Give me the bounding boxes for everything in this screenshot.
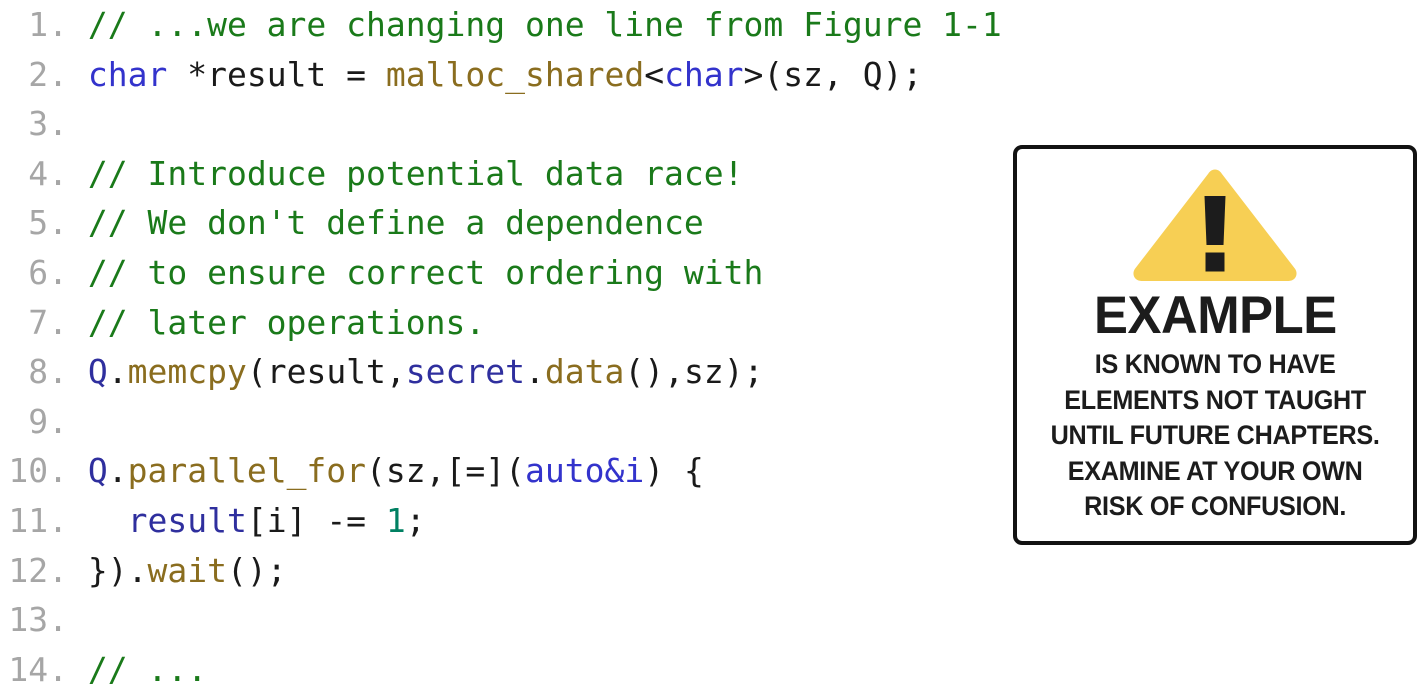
- gutter-gap: [68, 650, 88, 689]
- code-token-func: data: [544, 352, 625, 392]
- gutter-gap: [68, 600, 88, 639]
- code-token-comment: // later operations.: [87, 302, 486, 342]
- code-token-plain: .: [525, 352, 545, 392]
- gutter-gap: [68, 5, 88, 44]
- code-token-plain: (result,: [246, 352, 406, 392]
- example-card-body: IS KNOWN TO HAVE ELEMENTS NOT TAUGHT UNTIL…: [1051, 347, 1380, 525]
- code-line-text: // ...: [88, 650, 207, 689]
- gutter-gap: [68, 402, 88, 441]
- gutter-gap: [68, 55, 88, 94]
- line-number: 8.: [28, 352, 68, 392]
- gutter-gap: [68, 253, 88, 292]
- line-number: 4.: [28, 153, 68, 193]
- code-line: 5. // We don't define a dependence: [0, 198, 1010, 248]
- code-token-key: auto&i: [525, 451, 645, 491]
- code-line: 8. Q.memcpy(result,secret.data(),sz);: [0, 347, 1010, 397]
- code-token-obj: secret: [405, 352, 526, 392]
- code-token-comment: // We don't define a dependence: [87, 203, 704, 243]
- line-number: 6.: [28, 252, 68, 292]
- code-listing: 1. // ...we are changing one line from F…: [0, 0, 1010, 694]
- code-token-plain: *result =: [167, 54, 386, 94]
- code-line-text: }).wait();: [88, 551, 287, 590]
- gutter-gap: [68, 154, 88, 193]
- code-line: 11. result[i] -= 1;: [0, 496, 1010, 546]
- code-token-plain: >(sz, Q);: [743, 54, 923, 94]
- code-line: 10. Q.parallel_for(sz,[=](auto&i) {: [0, 446, 1010, 496]
- code-token-plain: [i] -=: [246, 500, 386, 540]
- code-token-comment: // ...: [87, 649, 208, 689]
- code-line: 13.: [0, 595, 1010, 645]
- example-card-body-line: RISK OF CONFUSION.: [1083, 491, 1347, 521]
- line-number: 13.: [8, 600, 68, 640]
- warning-triangle-icon: [1133, 169, 1297, 281]
- gutter-gap: [68, 203, 88, 242]
- code-token-func: parallel_for: [127, 451, 367, 491]
- code-token-comment: // ...we are changing one line from Figu…: [87, 5, 1002, 44]
- code-line-text: Q.parallel_for(sz,[=](auto&i) {: [88, 451, 704, 490]
- code-token-func: malloc_shared: [385, 54, 645, 94]
- code-line: 3.: [0, 99, 1010, 149]
- code-line-text: // We don't define a dependence: [88, 203, 704, 242]
- code-token-func: wait: [147, 550, 227, 590]
- code-token-num: 1: [385, 500, 406, 540]
- example-card-title: EXAMPLE: [1093, 286, 1337, 345]
- code-token-plain: ();: [226, 550, 287, 590]
- code-line: 2. char *result = malloc_shared<char>(sz…: [0, 50, 1010, 100]
- code-token-plain: <: [644, 54, 665, 94]
- code-line-text: result[i] -= 1;: [88, 501, 426, 540]
- code-token-func: memcpy: [127, 352, 247, 392]
- code-token-plain: ) {: [644, 451, 704, 491]
- code-line: 9.: [0, 397, 1010, 447]
- code-line: 4. // Introduce potential data race!: [0, 149, 1010, 199]
- line-number: 2.: [28, 54, 68, 94]
- code-line: 7. // later operations.: [0, 298, 1010, 348]
- line-number: 3.: [28, 104, 68, 144]
- code-token-comment: // to ensure correct ordering with: [87, 252, 764, 292]
- code-token-obj: Q: [87, 451, 108, 491]
- code-line-text: Q.memcpy(result,secret.data(),sz);: [88, 352, 764, 391]
- code-line-text: // later operations.: [88, 303, 485, 342]
- code-token-plain: (),sz);: [624, 352, 764, 392]
- code-line-text: // ...we are changing one line from Figu…: [88, 5, 1002, 44]
- code-line-text: // Introduce potential data race!: [88, 154, 744, 193]
- example-card-body-line: IS KNOWN TO HAVE: [1094, 349, 1336, 379]
- code-token-obj: Q: [87, 352, 108, 392]
- code-line: 1. // ...we are changing one line from F…: [0, 0, 1010, 50]
- code-token-plain: (sz,[=](: [366, 451, 525, 491]
- code-token-key: char: [664, 54, 744, 94]
- gutter-gap: [68, 303, 88, 342]
- line-number: 5.: [28, 203, 68, 243]
- example-card-body-line: ELEMENTS NOT TAUGHT: [1064, 384, 1366, 415]
- line-number: 1.: [28, 5, 68, 44]
- example-card-body-line: EXAMINE AT YOUR OWN: [1067, 455, 1363, 486]
- code-line-text: // to ensure correct ordering with: [88, 253, 764, 292]
- code-token-plain: ;: [405, 500, 426, 540]
- code-line: 12. }).wait();: [0, 546, 1010, 596]
- example-warning-card: EXAMPLE IS KNOWN TO HAVE ELEMENTS NOT TAU…: [1013, 145, 1417, 545]
- line-number: 10.: [8, 451, 68, 491]
- line-number: 12.: [8, 550, 68, 590]
- example-card-body-line: UNTIL FUTURE CHAPTERS.: [1050, 420, 1380, 450]
- code-line-text: char *result = malloc_shared<char>(sz, Q…: [88, 55, 922, 94]
- code-token-obj: result: [127, 500, 247, 540]
- gutter-gap: [68, 352, 88, 391]
- code-token-plain: .: [107, 451, 128, 491]
- code-token-plain: .: [107, 352, 128, 392]
- line-number: 7.: [28, 302, 68, 342]
- gutter-gap: [68, 451, 88, 490]
- code-line: 14. // ...: [0, 645, 1010, 694]
- line-number: 9.: [28, 401, 68, 441]
- code-token-comment: // Introduce potential data race!: [87, 153, 744, 193]
- code-token-plain: }).: [87, 550, 148, 590]
- gutter-gap: [68, 551, 88, 590]
- gutter-gap: [68, 104, 88, 143]
- line-number: 11.: [8, 500, 68, 540]
- code-token-key: char: [87, 54, 168, 94]
- line-number: 14.: [8, 649, 68, 689]
- gutter-gap: [68, 501, 88, 540]
- code-line: 6. // to ensure correct ordering with: [0, 248, 1010, 298]
